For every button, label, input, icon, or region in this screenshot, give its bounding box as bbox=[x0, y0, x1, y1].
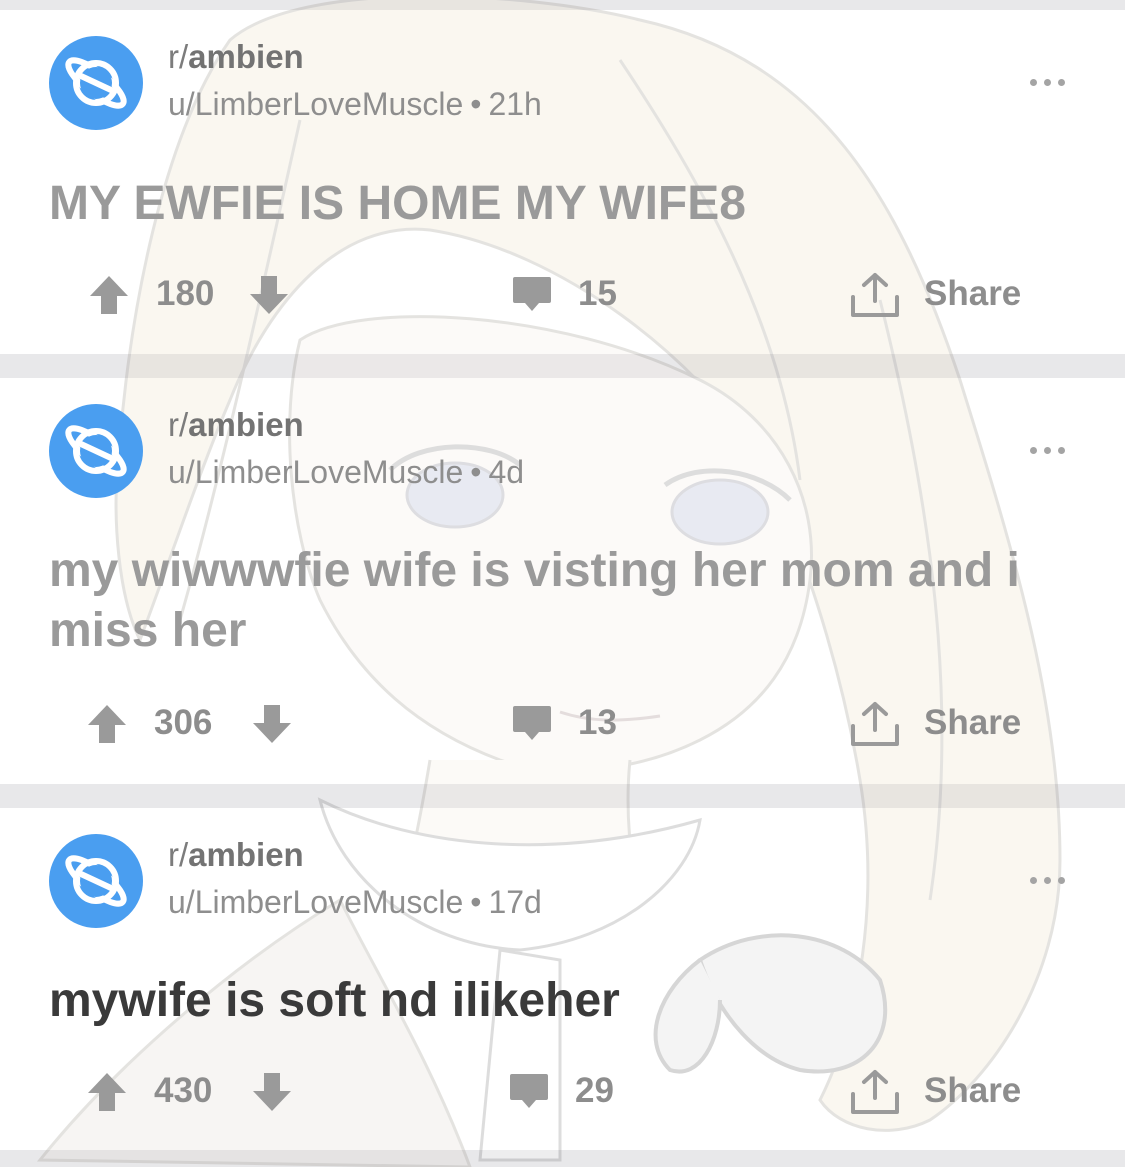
subreddit-name[interactable]: r/ambien bbox=[168, 836, 304, 874]
post-card[interactable]: r/ambien u/LimberLoveMuscle • 4d my wiwwwf… bbox=[0, 368, 1125, 784]
share-icon[interactable] bbox=[850, 271, 900, 319]
subreddit-prefix: r/ bbox=[168, 38, 189, 75]
subreddit-planet-icon[interactable] bbox=[49, 834, 143, 928]
comment-bubble-icon[interactable] bbox=[511, 275, 553, 315]
post-meta: u/LimberLoveMuscle • 21h bbox=[168, 86, 542, 123]
more-options-icon[interactable] bbox=[1028, 443, 1068, 457]
author-link[interactable]: u/LimberLoveMuscle bbox=[168, 86, 463, 122]
subreddit-label: ambien bbox=[188, 836, 304, 873]
downvote-arrow-icon[interactable] bbox=[251, 1071, 293, 1113]
post-age: 4d bbox=[488, 454, 525, 490]
comment-bubble-icon[interactable] bbox=[511, 704, 553, 744]
downvote-arrow-icon[interactable] bbox=[251, 703, 293, 745]
subreddit-planet-icon[interactable] bbox=[49, 404, 143, 498]
meta-separator: • bbox=[470, 454, 482, 490]
post-age: 21h bbox=[488, 86, 542, 122]
upvote-count: 430 bbox=[154, 1071, 213, 1110]
subreddit-name[interactable]: r/ambien bbox=[168, 38, 304, 76]
more-options-icon[interactable] bbox=[1028, 873, 1068, 887]
upvote-arrow-icon[interactable] bbox=[88, 274, 130, 316]
bottom-divider bbox=[0, 1150, 1125, 1167]
post-card[interactable]: r/ambien u/LimberLoveMuscle • 17d mywife i… bbox=[0, 798, 1125, 1150]
comment-count[interactable]: 13 bbox=[578, 703, 617, 743]
meta-separator: • bbox=[470, 86, 482, 122]
author-link[interactable]: u/LimberLoveMuscle bbox=[168, 884, 463, 920]
post-card[interactable]: r/ambien u/LimberLoveMuscle • 21h MY EWFIE… bbox=[0, 0, 1125, 354]
post-title[interactable]: my wiwwwfie wife is visting her mom and … bbox=[49, 541, 1089, 661]
post-title[interactable]: mywife is soft nd ilikeher bbox=[49, 971, 1089, 1031]
share-button[interactable]: Share bbox=[924, 703, 1021, 743]
post-meta: u/LimberLoveMuscle • 4d bbox=[168, 454, 524, 491]
share-button[interactable]: Share bbox=[924, 274, 1021, 314]
comment-count[interactable]: 15 bbox=[578, 274, 617, 314]
subreddit-label: ambien bbox=[188, 38, 304, 75]
downvote-arrow-icon[interactable] bbox=[248, 274, 290, 316]
reddit-feed-screen: r/ambien u/LimberLoveMuscle • 21h MY EWFIE… bbox=[0, 0, 1125, 1167]
subreddit-prefix: r/ bbox=[168, 836, 189, 873]
share-icon[interactable] bbox=[850, 1068, 900, 1116]
comment-bubble-icon[interactable] bbox=[508, 1072, 550, 1112]
post-meta: u/LimberLoveMuscle • 17d bbox=[168, 884, 542, 921]
subreddit-planet-icon[interactable] bbox=[49, 36, 143, 130]
post-age: 17d bbox=[488, 884, 542, 920]
upvote-arrow-icon[interactable] bbox=[86, 703, 128, 745]
comment-count[interactable]: 29 bbox=[575, 1071, 614, 1111]
upvote-count: 180 bbox=[156, 274, 215, 313]
post-title[interactable]: MY EWFIE IS HOME MY WIFE8 bbox=[49, 174, 1089, 234]
subreddit-prefix: r/ bbox=[168, 406, 189, 443]
more-options-icon[interactable] bbox=[1028, 75, 1068, 89]
subreddit-name[interactable]: r/ambien bbox=[168, 406, 304, 444]
meta-separator: • bbox=[470, 884, 482, 920]
author-link[interactable]: u/LimberLoveMuscle bbox=[168, 454, 463, 490]
share-icon[interactable] bbox=[850, 700, 900, 748]
share-button[interactable]: Share bbox=[924, 1071, 1021, 1111]
upvote-count: 306 bbox=[154, 703, 213, 742]
upvote-arrow-icon[interactable] bbox=[86, 1071, 128, 1113]
subreddit-label: ambien bbox=[188, 406, 304, 443]
